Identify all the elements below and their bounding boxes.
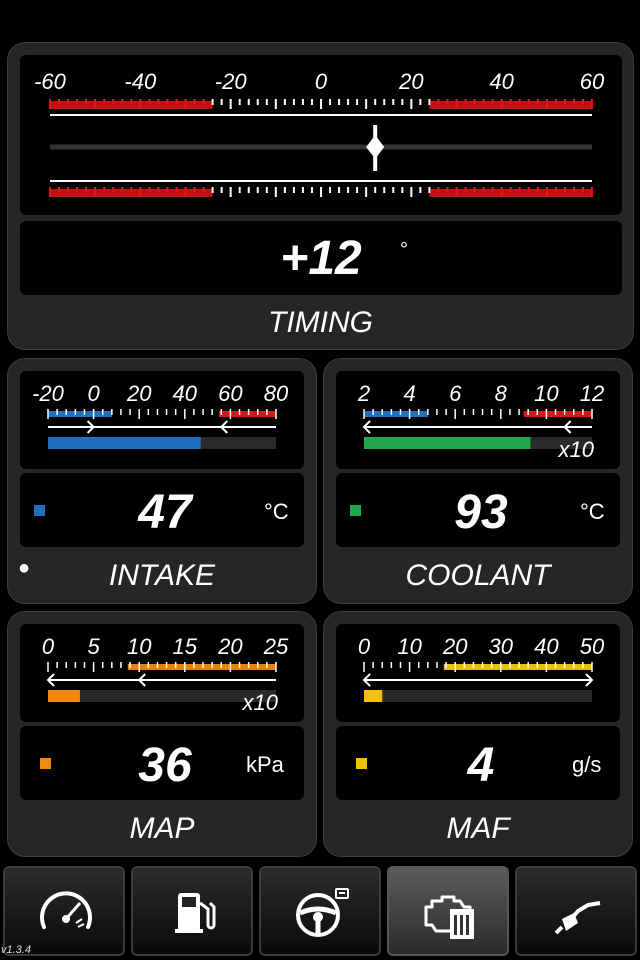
coolant-title: COOLANT: [405, 559, 551, 592]
coolant-scale-label: 2: [357, 381, 370, 406]
coolant-panel: 2 4 6 8 10 12 x10 93 °C COOLANT: [323, 358, 633, 604]
maf-scale-label: 40: [534, 634, 559, 659]
timing-title: TIMING: [268, 306, 373, 339]
intake-screen: -20 0 20 40 60 80: [20, 371, 304, 469]
maf-scale-label: 10: [397, 634, 422, 659]
hot-zone: [523, 411, 592, 417]
tab-driving[interactable]: [259, 866, 381, 956]
timing-panel: -60 -40 -20 0 20 40 60 +12 ° TIMING: [7, 42, 634, 350]
speedometer-icon: [40, 891, 92, 929]
intake-readout: 47 °C: [20, 473, 304, 547]
map-scale-label: 15: [173, 634, 198, 659]
intake-scale-label: 60: [218, 381, 243, 406]
coolant-value: 93: [454, 486, 508, 539]
coolant-scale-label: 12: [580, 381, 604, 406]
timing-scale-label: 0: [315, 69, 328, 94]
maf-screen: 0 10 20 30 40 50: [336, 624, 620, 722]
map-title: MAP: [129, 812, 195, 845]
bar-fill: [48, 437, 201, 449]
maf-title: MAF: [446, 812, 510, 845]
timing-scale-label: -60: [34, 69, 67, 94]
timing-scale-label: 60: [580, 69, 605, 94]
timing-scale-label: 20: [398, 69, 424, 94]
fuel-pump-icon: [175, 893, 216, 933]
map-value: 36: [138, 739, 192, 792]
map-scale-label: 25: [263, 634, 289, 659]
map-unit: kPa: [246, 752, 284, 777]
timing-readout: +12 °: [20, 221, 622, 295]
bar-fill: [364, 690, 383, 702]
maf-value: 4: [467, 739, 495, 792]
maf-scale-label: 20: [442, 634, 468, 659]
map-scale-label: 20: [217, 634, 243, 659]
coolant-readout: 93 °C: [336, 473, 620, 547]
timing-scale-label: -20: [215, 69, 248, 94]
multiplier-label: x10: [558, 437, 595, 462]
intake-color-swatch: [34, 505, 45, 516]
tab-refuel[interactable]: [515, 866, 637, 956]
map-scale-label: 5: [87, 634, 100, 659]
timing-scale-label: -40: [124, 69, 157, 94]
maf-unit: g/s: [572, 752, 602, 777]
bar-track: [364, 690, 592, 702]
intake-unit: °C: [264, 499, 289, 524]
intake-scale-label: 0: [87, 381, 100, 406]
map-panel: 0 5 10 15 20 25 x10 36 kPa MAP: [7, 611, 317, 857]
coolant-unit: °C: [580, 499, 605, 524]
timing-scale-label: 40: [489, 69, 514, 94]
coolant-scale-label: 10: [534, 381, 559, 406]
map-scale-label: 0: [42, 634, 55, 659]
map-color-swatch: [40, 758, 51, 769]
timing-value: +12: [280, 232, 362, 285]
map-scale-label: 10: [127, 634, 152, 659]
coolant-color-swatch: [350, 505, 361, 516]
timing-gauge: -60 -40 -20 0 20 40 60: [34, 69, 605, 197]
maf-gauge: 0 10 20 30 40 50: [358, 634, 605, 702]
orange-zone: [127, 664, 276, 670]
intake-scale-label: 20: [126, 381, 152, 406]
intake-value: 47: [138, 486, 192, 539]
coolant-scale-label: 8: [495, 381, 508, 406]
coolant-scale-label: 6: [449, 381, 462, 406]
tab-dashboard[interactable]: [3, 866, 125, 956]
maf-color-swatch: [356, 758, 367, 769]
tab-fuel[interactable]: [131, 866, 253, 956]
maf-panel: 0 10 20 30 40 50 4 g/s MAF: [323, 611, 633, 857]
coolant-gauge: 2 4 6 8 10 12 x10: [357, 381, 604, 462]
maf-scale-label: 30: [489, 634, 514, 659]
timing-screen: -60 -40 -20 0 20 40 60: [20, 55, 622, 215]
bar-fill: [48, 690, 80, 702]
intake-scale-label: 40: [173, 381, 198, 406]
engine-icon: [424, 895, 474, 939]
intake-scale-label: 80: [264, 381, 289, 406]
coolant-screen: 2 4 6 8 10 12 x10: [336, 371, 620, 469]
coolant-scale-label: 4: [403, 381, 415, 406]
tab-engine[interactable]: [387, 866, 509, 956]
yellow-zone: [443, 664, 592, 670]
steering-wheel-icon: [296, 888, 349, 937]
map-screen: 0 5 10 15 20 25 x10: [20, 624, 304, 722]
multiplier-label: x10: [242, 690, 279, 715]
timing-unit: °: [400, 239, 408, 261]
fuel-nozzle-icon: [554, 901, 601, 935]
bar-fill: [364, 437, 531, 449]
intake-gauge: -20 0 20 40 60 80: [32, 381, 289, 449]
version-label: v1.3.4: [1, 944, 31, 956]
intake-title: INTAKE: [108, 559, 216, 592]
intake-scale-label: -20: [32, 381, 65, 406]
maf-readout: 4 g/s: [336, 726, 620, 800]
map-gauge: 0 5 10 15 20 25 x10: [42, 634, 289, 715]
timing-needle-diamond: [366, 135, 385, 159]
maf-scale-label: 50: [580, 634, 605, 659]
map-readout: 36 kPa: [20, 726, 304, 800]
intake-panel: -20 0 20 40 60 80 47 °C ● INTAKE: [7, 358, 317, 604]
maf-scale-label: 0: [358, 634, 371, 659]
